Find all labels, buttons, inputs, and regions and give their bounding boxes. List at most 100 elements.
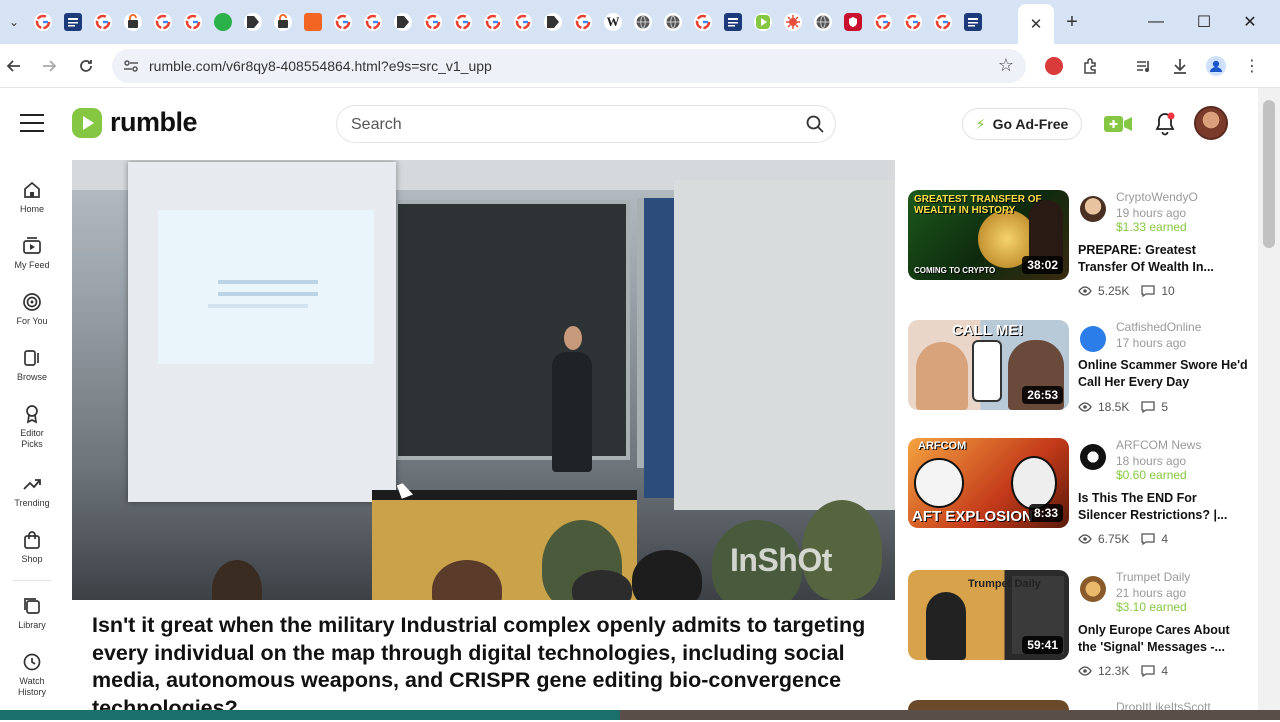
recommended-videos: Greatest Transfer of Wealth in History C… <box>895 160 1258 720</box>
orange-icon[interactable] <box>304 13 322 31</box>
back-button[interactable] <box>2 54 26 78</box>
channel-name[interactable]: CryptoWendyO <box>1116 190 1198 204</box>
extensions-puzzle-icon[interactable] <box>1078 54 1102 78</box>
go-ad-free-button[interactable]: ⚡ Go Ad-Free <box>962 108 1082 140</box>
sidebar-item-trending[interactable]: Trending <box>0 474 64 509</box>
view-count: 6.75K <box>1098 532 1130 546</box>
notifications-button[interactable] <box>1150 110 1180 138</box>
google-icon[interactable] <box>574 13 592 31</box>
video-card-title[interactable]: PREPARE: Greatest Transfer Of Wealth In.… <box>1078 242 1248 275</box>
channel-avatar[interactable] <box>1080 196 1106 222</box>
video-thumbnail[interactable]: ARFCOM AFT EXPLOSION 8:33 <box>908 438 1069 528</box>
google-icon[interactable] <box>514 13 532 31</box>
close-window-button[interactable]: ✕ <box>1230 8 1270 36</box>
google-icon[interactable] <box>694 13 712 31</box>
video-thumbnail[interactable]: CALL ME! 26:53 <box>908 320 1069 410</box>
sidebar-item-my-feed[interactable]: My Feed <box>0 236 64 271</box>
google-icon[interactable] <box>154 13 172 31</box>
globe-icon[interactable] <box>664 13 682 31</box>
user-avatar[interactable] <box>1194 106 1228 140</box>
video-thumbnail[interactable]: Greatest Transfer of Wealth in History C… <box>908 190 1069 280</box>
sidebar-item-watch-history[interactable]: Watch History <box>0 652 64 698</box>
video-thumbnail[interactable]: Trumpet Daily 59:41 <box>908 570 1069 660</box>
new-tab-button[interactable]: + <box>1060 10 1084 34</box>
google-icon[interactable] <box>454 13 472 31</box>
video-icon[interactable] <box>544 13 562 31</box>
channel-avatar[interactable] <box>1080 576 1106 602</box>
video-card-title[interactable]: Online Scammer Swore He'd Call Her Every… <box>1078 357 1248 390</box>
google-icon[interactable] <box>934 13 952 31</box>
extension-red-icon[interactable] <box>1042 54 1066 78</box>
video-card-title[interactable]: Only Europe Cares About the 'Signal' Mes… <box>1078 622 1248 655</box>
globe-icon[interactable] <box>634 13 652 31</box>
news-icon[interactable] <box>964 13 982 31</box>
green-dot-icon[interactable] <box>214 13 232 31</box>
views-eye-icon <box>1078 286 1092 296</box>
bookmark-star-icon[interactable]: ☆ <box>998 55 1014 76</box>
channel-name[interactable]: CatfishedOnline <box>1116 320 1201 334</box>
reload-icon <box>80 60 92 72</box>
google-icon[interactable] <box>364 13 382 31</box>
menu-hamburger-icon[interactable] <box>20 114 44 132</box>
video-icon[interactable] <box>394 13 412 31</box>
channel-name[interactable]: ARFCOM News <box>1116 438 1201 452</box>
sidebar-item-editor-picks[interactable]: Editor Picks <box>0 404 64 450</box>
active-tab[interactable]: ✕ <box>1018 4 1054 44</box>
google-icon[interactable] <box>334 13 352 31</box>
sidebar-item-library[interactable]: Library <box>0 596 64 631</box>
channel-avatar[interactable] <box>1080 444 1106 470</box>
news-icon[interactable] <box>64 13 82 31</box>
trending-icon <box>23 479 41 490</box>
minimize-button[interactable]: — <box>1136 8 1176 36</box>
google-icon[interactable] <box>424 13 442 31</box>
close-tab-icon[interactable]: ✕ <box>1030 15 1043 33</box>
extension-icon[interactable] <box>274 13 292 31</box>
thumbnail-text: Greatest Transfer of Wealth in History <box>914 194 1042 216</box>
profile-icon[interactable] <box>1204 54 1228 78</box>
rumble-logo[interactable]: rumble <box>72 107 198 138</box>
google-icon[interactable] <box>94 13 112 31</box>
search-icon[interactable] <box>805 114 825 134</box>
wikipedia-icon[interactable]: W <box>604 13 622 31</box>
sidebar-item-for-you[interactable]: For You <box>0 292 64 327</box>
earned-amount: $3.10 earned <box>1116 600 1187 614</box>
recommended-card[interactable]: CALL ME! 26:53 CatfishedOnline 17 hours … <box>908 320 1258 430</box>
video-icon[interactable] <box>244 13 262 31</box>
google-icon[interactable] <box>904 13 922 31</box>
sidebar-item-shop[interactable]: Shop <box>0 530 64 565</box>
download-icon[interactable] <box>1168 54 1192 78</box>
sidebar-item-browse[interactable]: Browse <box>0 348 64 383</box>
duration-badge: 38:02 <box>1022 256 1063 274</box>
site-settings-icon[interactable] <box>122 57 140 75</box>
video-player[interactable]: InShOt <box>72 160 895 600</box>
scrollbar-thumb[interactable] <box>1263 100 1275 248</box>
recommended-card[interactable]: Greatest Transfer of Wealth in History C… <box>908 190 1258 300</box>
channel-avatar[interactable] <box>1080 326 1106 352</box>
search-input[interactable] <box>351 114 791 136</box>
tab-dropdown-button[interactable]: ⌄ <box>4 12 24 32</box>
recommended-card[interactable]: ARFCOM AFT EXPLOSION 8:33 ARFCOM News 18… <box>908 438 1258 548</box>
maximize-button[interactable]: ☐ <box>1184 8 1224 36</box>
media-controls-icon[interactable] <box>1132 54 1156 78</box>
video-card-title[interactable]: Is This The END For Silencer Restriction… <box>1078 490 1248 523</box>
news-icon[interactable] <box>724 13 742 31</box>
extension-icon[interactable] <box>124 13 142 31</box>
shield-icon[interactable] <box>844 13 862 31</box>
upload-video-button[interactable] <box>1103 110 1133 138</box>
recommended-card[interactable]: Trumpet Daily 59:41 Trumpet Daily 21 hou… <box>908 570 1258 680</box>
address-bar[interactable]: rumble.com/v6r8qy8-408554864.html?e9s=sr… <box>112 49 1026 83</box>
google-icon[interactable] <box>874 13 892 31</box>
forward-button[interactable] <box>37 54 61 78</box>
channel-name[interactable]: Trumpet Daily <box>1116 570 1190 584</box>
virus-icon[interactable] <box>784 13 802 31</box>
google-icon[interactable] <box>34 13 52 31</box>
browser-menu-icon[interactable]: ⋮ <box>1240 54 1264 78</box>
reload-button[interactable] <box>74 54 98 78</box>
rumble-icon[interactable] <box>754 13 772 31</box>
google-icon[interactable] <box>484 13 502 31</box>
page-scrollbar[interactable] <box>1258 88 1280 720</box>
google-icon[interactable] <box>184 13 202 31</box>
sidebar-item-home[interactable]: Home <box>0 180 64 215</box>
video-chalkboard <box>394 200 630 460</box>
globe-icon[interactable] <box>814 13 832 31</box>
